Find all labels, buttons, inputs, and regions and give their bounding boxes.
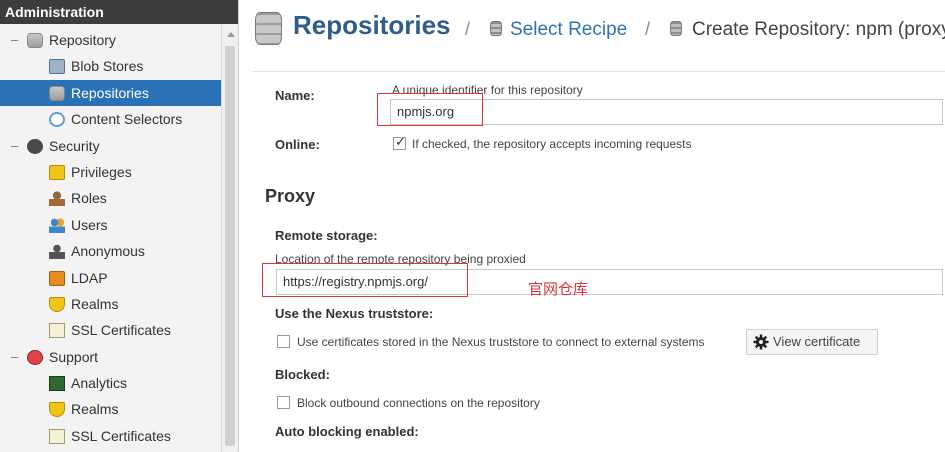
sidebar-scrollbar[interactable]: [221, 24, 238, 452]
sidebar-header: Administration: [0, 0, 238, 24]
page-title[interactable]: Repositories: [293, 10, 451, 41]
main-content: Repositories / Select Recipe / Create Re…: [240, 0, 945, 452]
nav-item-roles[interactable]: Roles: [0, 185, 221, 211]
online-label: Online:: [275, 137, 320, 152]
nav-item-users[interactable]: Users: [0, 212, 221, 238]
breadcrumb-separator: /: [465, 19, 471, 39]
blocked-label: Blocked:: [275, 367, 330, 382]
anonymous-icon: [49, 244, 65, 260]
truststore-checkbox[interactable]: [277, 335, 290, 348]
nav-item-repositories[interactable]: Repositories: [0, 79, 221, 107]
nav-item-analytics[interactable]: Analytics: [0, 370, 221, 396]
remote-storage-label: Remote storage:: [275, 228, 378, 243]
collapse-icon[interactable]: –: [11, 133, 18, 159]
nav-item-support[interactable]: – Support: [0, 344, 221, 370]
support-icon: [27, 349, 43, 365]
proxy-section-title: Proxy: [265, 186, 316, 206]
blocked-checkbox-text: Block outbound connections on the reposi…: [297, 396, 540, 410]
database-icon: [49, 85, 65, 101]
database-icon: [27, 33, 43, 48]
nav-item-anonymous[interactable]: Anonymous: [0, 238, 221, 264]
collapse-icon[interactable]: –: [11, 344, 18, 370]
auto-blocking-label: Auto blocking enabled:: [275, 424, 419, 439]
view-certificate-button[interactable]: View certificate: [746, 329, 878, 355]
gear-icon: [753, 334, 769, 350]
divider: [253, 71, 945, 72]
blocked-checkbox[interactable]: [277, 396, 290, 409]
highlight-box: [262, 263, 468, 297]
scroll-up-arrow-icon[interactable]: [227, 32, 235, 37]
database-icon: [490, 21, 502, 36]
scrollbar-thumb[interactable]: [225, 46, 235, 446]
nav-item-repository[interactable]: – Repository: [0, 27, 221, 53]
online-checkbox-text: If checked, the repository accepts incom…: [412, 137, 692, 151]
name-label: Name:: [275, 88, 315, 103]
annotation-text: 官网仓库: [528, 280, 589, 298]
certificate-icon: [49, 323, 65, 339]
admin-sidebar: Administration – Repository Blob Stores …: [0, 0, 239, 452]
shield-icon: [49, 296, 65, 312]
database-icon: [255, 12, 282, 45]
nav-label: SSL Certificates: [71, 322, 171, 339]
user-icon: [49, 191, 65, 207]
truststore-checkbox-text: Use certificates stored in the Nexus tru…: [297, 335, 705, 349]
nav-item-support-ssl-certificates[interactable]: SSL Certificates: [0, 423, 221, 449]
chart-icon: [49, 376, 65, 392]
nav-item-ssl-certificates[interactable]: SSL Certificates: [0, 317, 221, 343]
users-icon: [49, 217, 65, 233]
truststore-label: Use the Nexus truststore:: [275, 306, 434, 321]
breadcrumb-separator: /: [645, 19, 651, 39]
ldap-icon: [49, 270, 65, 286]
highlight-box: [377, 93, 483, 126]
certificate-icon: [49, 428, 65, 444]
nav-item-content-selectors[interactable]: Content Selectors: [0, 106, 221, 132]
nav-item-realms[interactable]: Realms: [0, 291, 221, 317]
lock-icon: [27, 138, 43, 154]
admin-nav-tree: – Repository Blob Stores Repositories Co…: [0, 27, 221, 449]
online-checkbox[interactable]: [393, 134, 406, 150]
database-icon: [670, 21, 682, 36]
nav-item-privileges[interactable]: Privileges: [0, 159, 221, 185]
nav-label: Content Selectors: [71, 111, 183, 128]
nav-item-blob-stores[interactable]: Blob Stores: [0, 53, 221, 79]
badge-icon: [49, 164, 65, 180]
collapse-icon[interactable]: –: [11, 27, 18, 53]
view-certificate-label: View certificate: [773, 334, 861, 349]
breadcrumb-select-recipe-link[interactable]: Select Recipe: [510, 19, 627, 41]
nav-item-ldap[interactable]: LDAP: [0, 265, 221, 291]
nav-item-support-realms[interactable]: Realms: [0, 396, 221, 422]
nav-label: SSL Certificates: [71, 427, 171, 444]
nav-item-security[interactable]: – Security: [0, 133, 221, 159]
blob-store-icon: [49, 59, 65, 75]
breadcrumb-current: Create Repository: npm (proxy): [692, 19, 945, 40]
